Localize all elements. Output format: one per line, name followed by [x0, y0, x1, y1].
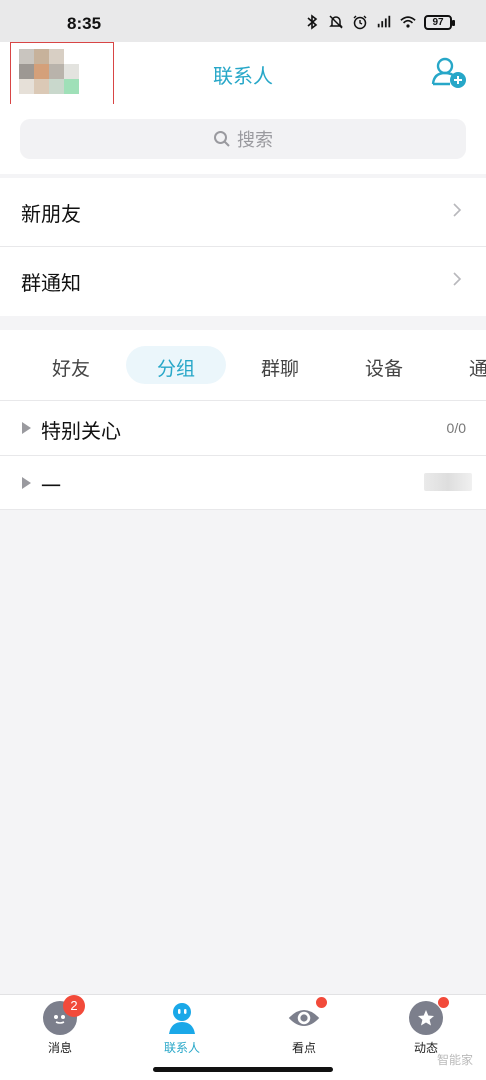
chevron-right-icon — [453, 203, 462, 217]
tab-friends[interactable]: 好友 — [52, 354, 90, 381]
wifi-icon — [400, 14, 416, 30]
header: 联系人 — [0, 42, 486, 130]
new-dot — [316, 997, 327, 1008]
search-input[interactable]: 搜索 — [20, 119, 466, 159]
row-new-friends[interactable]: 新朋友 — [0, 178, 486, 247]
status-bar: 8:35 97 — [0, 0, 486, 42]
search-area: 搜索 — [0, 104, 486, 174]
unread-badge: 2 — [63, 995, 85, 1017]
nav-label: 消息 — [47, 1041, 72, 1055]
hd-signal-icon — [376, 14, 392, 30]
contacts-icon — [165, 1001, 199, 1035]
nav-label: 联系人 — [163, 1041, 200, 1055]
divider — [0, 509, 486, 510]
bluetooth-icon — [304, 14, 320, 30]
tab-group-chats[interactable]: 群聊 — [261, 354, 299, 381]
tab-groups[interactable]: 分组 — [157, 354, 195, 381]
expand-arrow-icon — [22, 422, 31, 434]
group-name: 特别关心 — [41, 419, 121, 443]
row-group-notice[interactable]: 群通知 — [0, 247, 486, 316]
group-item-one[interactable]: 一 — [0, 456, 486, 510]
battery-icon: 97 — [424, 14, 455, 30]
group-name: 一 — [41, 474, 61, 498]
nav-contacts[interactable]: 联系人 — [142, 1001, 222, 1056]
message-icon: 2 — [43, 995, 85, 1035]
status-time: 8:35 — [67, 14, 102, 33]
status-icons: 97 — [304, 14, 455, 30]
star-icon — [409, 997, 449, 1035]
new-dot — [438, 997, 449, 1008]
group-count-blurred — [424, 473, 472, 491]
chevron-right-icon — [453, 272, 462, 286]
watermark: 智能家 — [437, 1053, 474, 1067]
row-group-notice-label: 群通知 — [21, 271, 81, 295]
search-placeholder: 搜索 — [237, 130, 273, 151]
row-new-friends-label: 新朋友 — [21, 202, 81, 226]
tab-devices[interactable]: 设备 — [365, 354, 403, 381]
eye-icon — [287, 997, 327, 1035]
search-icon — [214, 131, 230, 147]
add-friend-icon[interactable] — [430, 55, 470, 89]
group-count: 0/0 — [446, 420, 466, 436]
nav-messages[interactable]: 2 消息 — [20, 995, 100, 1056]
contact-tabs: 好友 分组 群聊 设备 通 — [0, 330, 486, 400]
nav-label: 看点 — [291, 1041, 316, 1055]
alarm-icon — [352, 14, 368, 30]
nav-moments[interactable]: 动态 — [386, 997, 466, 1056]
tab-more[interactable]: 通 — [469, 354, 486, 381]
group-item-special[interactable]: 特别关心 0/0 — [0, 401, 486, 455]
page-title: 联系人 — [213, 64, 273, 88]
expand-arrow-icon — [22, 477, 31, 489]
nav-watch[interactable]: 看点 — [264, 997, 344, 1056]
home-indicator[interactable] — [153, 1067, 333, 1072]
mute-icon — [328, 14, 344, 30]
